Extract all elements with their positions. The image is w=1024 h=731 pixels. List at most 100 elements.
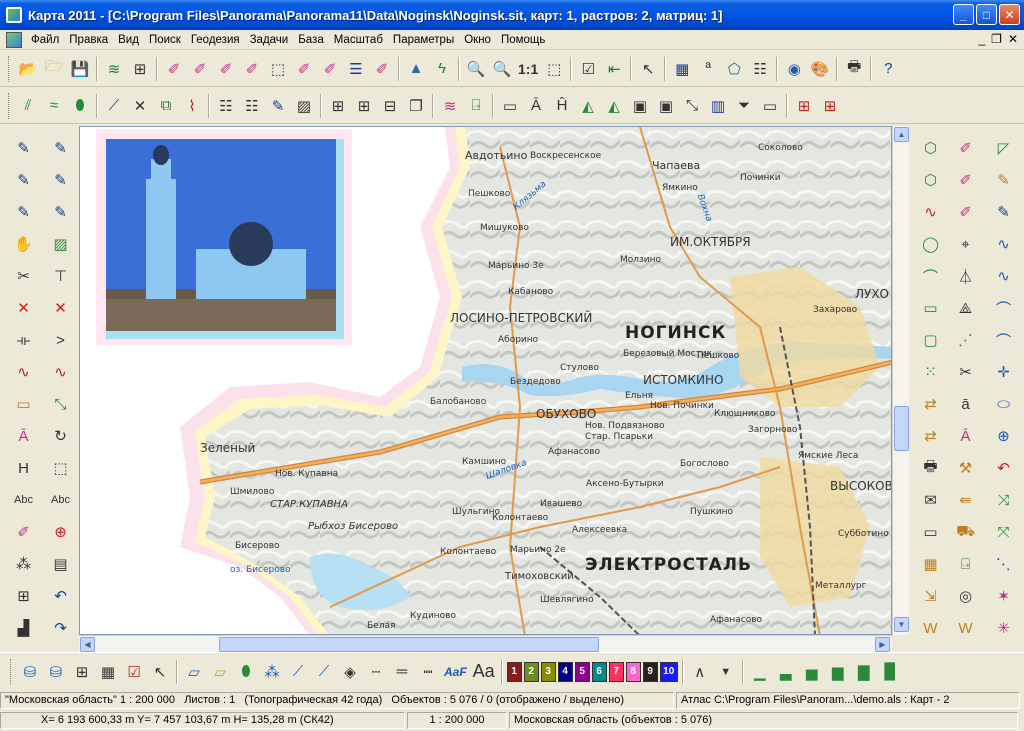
text-edit-icon[interactable]: ª [696,57,720,81]
database-window-icon[interactable]: ⊞ [70,660,94,684]
measure-tool-icon[interactable]: ⌖ [954,231,978,257]
layer-button-10[interactable]: 10 [659,661,678,682]
select-point-icon[interactable]: ✐ [214,57,238,81]
text-style-large-button[interactable]: Aa [471,660,497,684]
layers-icon[interactable]: ≋ [102,57,126,81]
text-select-icon[interactable]: Ā [954,423,978,449]
chart-icon[interactable]: ▥ [706,94,730,118]
pen-question-icon[interactable]: ✎ [12,199,36,225]
toolbar-grip[interactable] [8,55,11,82]
select-object-icon[interactable]: ✐ [162,57,186,81]
menu-file[interactable]: Файл [26,34,64,46]
menu-view[interactable]: Вид [113,34,144,46]
window-stack-icon[interactable]: ❐ [404,94,428,118]
cut-icon[interactable]: ✂ [954,359,978,385]
grid-select-icon[interactable]: ⊞ [12,583,36,609]
overlay-edit-icon[interactable]: ▣ [654,94,678,118]
select-pen-icon[interactable]: ✐ [954,199,978,225]
print-small-icon[interactable]: 🖶 [919,455,943,481]
polyline-tool-icon[interactable]: ∧ [688,660,712,684]
map-list-icon[interactable]: ⊞ [128,57,152,81]
ruler-measure-icon[interactable]: ▭ [12,391,36,417]
area-dots-icon[interactable]: ⁂ [260,660,284,684]
scale-one-to-one-button[interactable]: 1:1 [516,57,540,81]
label-h-icon[interactable]: H [12,455,36,481]
dots-frame-icon[interactable]: ⁙ [919,359,943,385]
dropdown-arrow-icon[interactable]: ▼ [714,660,738,684]
area-tool-icon[interactable]: ⬮ [68,94,92,118]
line-double-icon[interactable]: ═ [390,660,414,684]
export-icon[interactable]: ⇲ [919,583,943,609]
pen-curve-icon[interactable]: ✎ [12,167,36,193]
screen-icon[interactable]: ▭ [758,94,782,118]
menu-search[interactable]: Поиск [144,34,186,46]
select-text-icon[interactable]: ✐ [188,57,212,81]
lightning-icon[interactable]: ϟ [430,57,454,81]
door-icon[interactable]: ⍈ [954,551,978,577]
legend-edit-icon[interactable]: ☷ [240,94,264,118]
menu-geodesy[interactable]: Геодезия [186,34,245,46]
ellipse-icon[interactable]: ⬭ [992,391,1016,417]
line-tool-icon[interactable]: ≈ [42,94,66,118]
line-node-icon[interactable]: ∿ [919,199,943,225]
layer-button-1[interactable]: 1 [506,661,522,682]
frame-select-icon[interactable]: ⬚ [49,455,73,481]
delete-node-icon[interactable]: ✕ [49,295,73,321]
redo-icon[interactable]: ↷ [49,615,73,641]
layer-button-3[interactable]: 3 [540,661,556,682]
select-class-icon[interactable]: ✐ [954,135,978,161]
exit-door-icon[interactable]: ⍈ [464,94,488,118]
deselect-icon[interactable]: ✐ [370,57,394,81]
zoom-out-icon[interactable]: 🔍 [464,57,488,81]
text-list-icon[interactable]: ☷ [748,57,772,81]
polyline-dots-icon[interactable]: ⋰ [954,327,978,353]
window-split-icon[interactable]: ⊟ [378,94,402,118]
database-check-icon[interactable]: ☑ [122,660,146,684]
delete-icon[interactable]: ✕ [12,295,36,321]
add-object-icon[interactable]: ⊕ [49,519,73,545]
scissors-icon[interactable]: ✂ [12,263,36,289]
open-data-icon[interactable]: 🗁 [42,57,66,81]
graph-icon[interactable]: ⌇ [180,94,204,118]
line-blue-icon[interactable]: ⟋ [312,660,336,684]
toolbar-grip[interactable] [8,92,11,119]
rotate-icon[interactable]: ↻ [49,423,73,449]
profile-chart-3-icon[interactable]: ▅ [800,660,824,684]
select-add-icon[interactable]: ✐ [292,57,316,81]
node-icon[interactable]: ⊤ [49,263,73,289]
abc-edit-icon[interactable]: Abc [49,487,73,513]
pen-fill-icon[interactable]: ✎ [49,199,73,225]
back-icon[interactable]: ⇤ [602,57,626,81]
polygon-icon[interactable]: ⬠ [722,57,746,81]
mdi-restore-button[interactable]: ❐ [991,32,1002,46]
overlay-icon[interactable]: ▣ [628,94,652,118]
compass-icon[interactable]: ⟁ [954,295,978,321]
text-find-icon[interactable]: ā [954,391,978,417]
spline-icon[interactable]: ⌒ [992,295,1016,321]
scroll-right-icon[interactable]: ▶ [875,637,890,652]
wave-icon[interactable]: ∿ [992,231,1016,257]
profile-chart-1-icon[interactable]: ▁ [748,660,772,684]
menu-database[interactable]: База [293,34,328,46]
road-tool-icon[interactable]: ⫽ [16,94,40,118]
abc-text-icon[interactable]: Abc [12,487,36,513]
profile-chart-5-icon[interactable]: ▇ [852,660,876,684]
node-add-icon[interactable]: ⬡ [919,167,943,193]
mdi-minimize-button[interactable]: _ [978,32,985,46]
area-blue-icon[interactable]: ▱ [182,660,206,684]
hatch-icon[interactable]: ▨ [292,94,316,118]
menu-parameters[interactable]: Параметры [388,34,459,46]
pen-yellow-icon[interactable]: ✎ [992,167,1016,193]
network-icon[interactable]: ✳ [992,615,1016,641]
document-icon[interactable] [6,31,22,48]
return-arrow-icon[interactable]: ↶ [992,455,1016,481]
database-delete-icon[interactable]: ⛁ [44,660,68,684]
profile-chart-6-icon[interactable]: █ [878,660,902,684]
split-icon[interactable]: ⟛ [12,327,36,353]
layer-button-6[interactable]: 6 [591,661,607,682]
scroll-left-icon[interactable]: ◀ [80,637,95,652]
cursor-icon[interactable]: ↖ [636,57,660,81]
junction-icon[interactable]: ⊕ [992,423,1016,449]
fit-window-icon[interactable]: ⬚ [542,57,566,81]
curve-icon[interactable]: ∿ [12,359,36,385]
